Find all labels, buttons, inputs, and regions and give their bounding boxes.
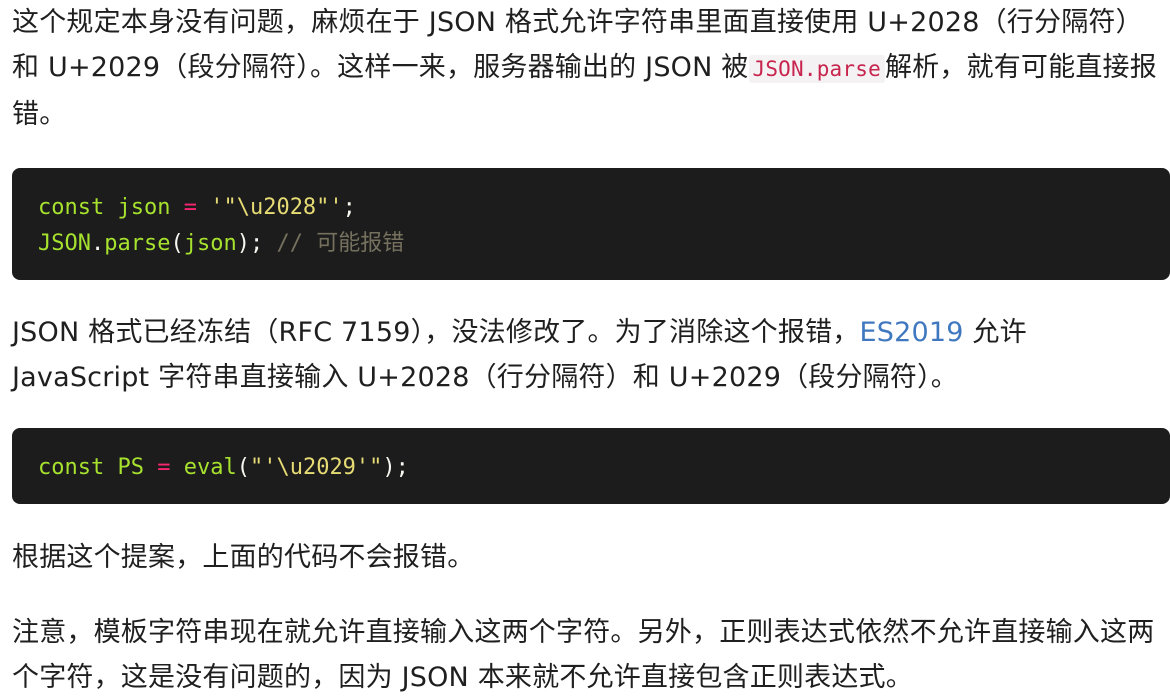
inline-code-json-parse: JSON.parse bbox=[748, 55, 885, 83]
code-block-eval[interactable]: const PS = eval("'\u2029'"); bbox=[12, 428, 1170, 504]
code-function: parse bbox=[104, 231, 171, 256]
code-argument: json bbox=[183, 231, 237, 256]
code-keyword: const bbox=[38, 195, 105, 220]
paragraph-no-error: 根据这个提案，上面的代码不会报错。 bbox=[12, 535, 1162, 580]
es2019-link[interactable]: ES2019 bbox=[859, 317, 963, 348]
paragraph-es2019: JSON 格式已经冻结（RFC 7159），没法修改了。为了消除这个报错，ES2… bbox=[12, 310, 1162, 400]
paragraph-note: 注意，模板字符串现在就允许直接输入这两个字符。另外，正则表达式依然不允许直接输入… bbox=[12, 610, 1162, 700]
code-keyword: const bbox=[38, 455, 105, 480]
code-operator: = bbox=[157, 455, 171, 480]
code-operator: = bbox=[183, 195, 197, 220]
paragraph-text: 注意，模板字符串现在就允许直接输入这两个字符。另外，正则表达式依然不允许直接输入… bbox=[12, 617, 1155, 693]
code-punctuation: ; bbox=[342, 195, 356, 220]
code-punctuation: ( bbox=[236, 455, 250, 480]
code-identifier: json bbox=[117, 195, 171, 220]
code-comment: // 可能报错 bbox=[276, 231, 405, 256]
code-function: eval bbox=[183, 455, 237, 480]
paragraph-text: 根据这个提案，上面的代码不会报错。 bbox=[12, 542, 475, 573]
paragraph-json-problem: 这个规定本身没有问题，麻烦在于 JSON 格式允许字符串里面直接使用 U+202… bbox=[12, 0, 1162, 137]
code-identifier: PS bbox=[117, 455, 144, 480]
code-punctuation: ); bbox=[236, 231, 264, 256]
code-punctuation: ); bbox=[382, 455, 409, 480]
paragraph-text: JSON 格式已经冻结（RFC 7159），没法修改了。为了消除这个报错， bbox=[12, 317, 860, 348]
code-punctuation: . bbox=[90, 231, 105, 256]
code-string: "'\u2029'" bbox=[249, 455, 383, 480]
code-block-json-parse[interactable]: const json = '"\u2028"'; JSON.parse(json… bbox=[12, 168, 1170, 280]
code-punctuation: ( bbox=[170, 231, 184, 256]
code-string: '"\u2028"' bbox=[210, 195, 343, 220]
code-object: JSON bbox=[38, 231, 91, 256]
